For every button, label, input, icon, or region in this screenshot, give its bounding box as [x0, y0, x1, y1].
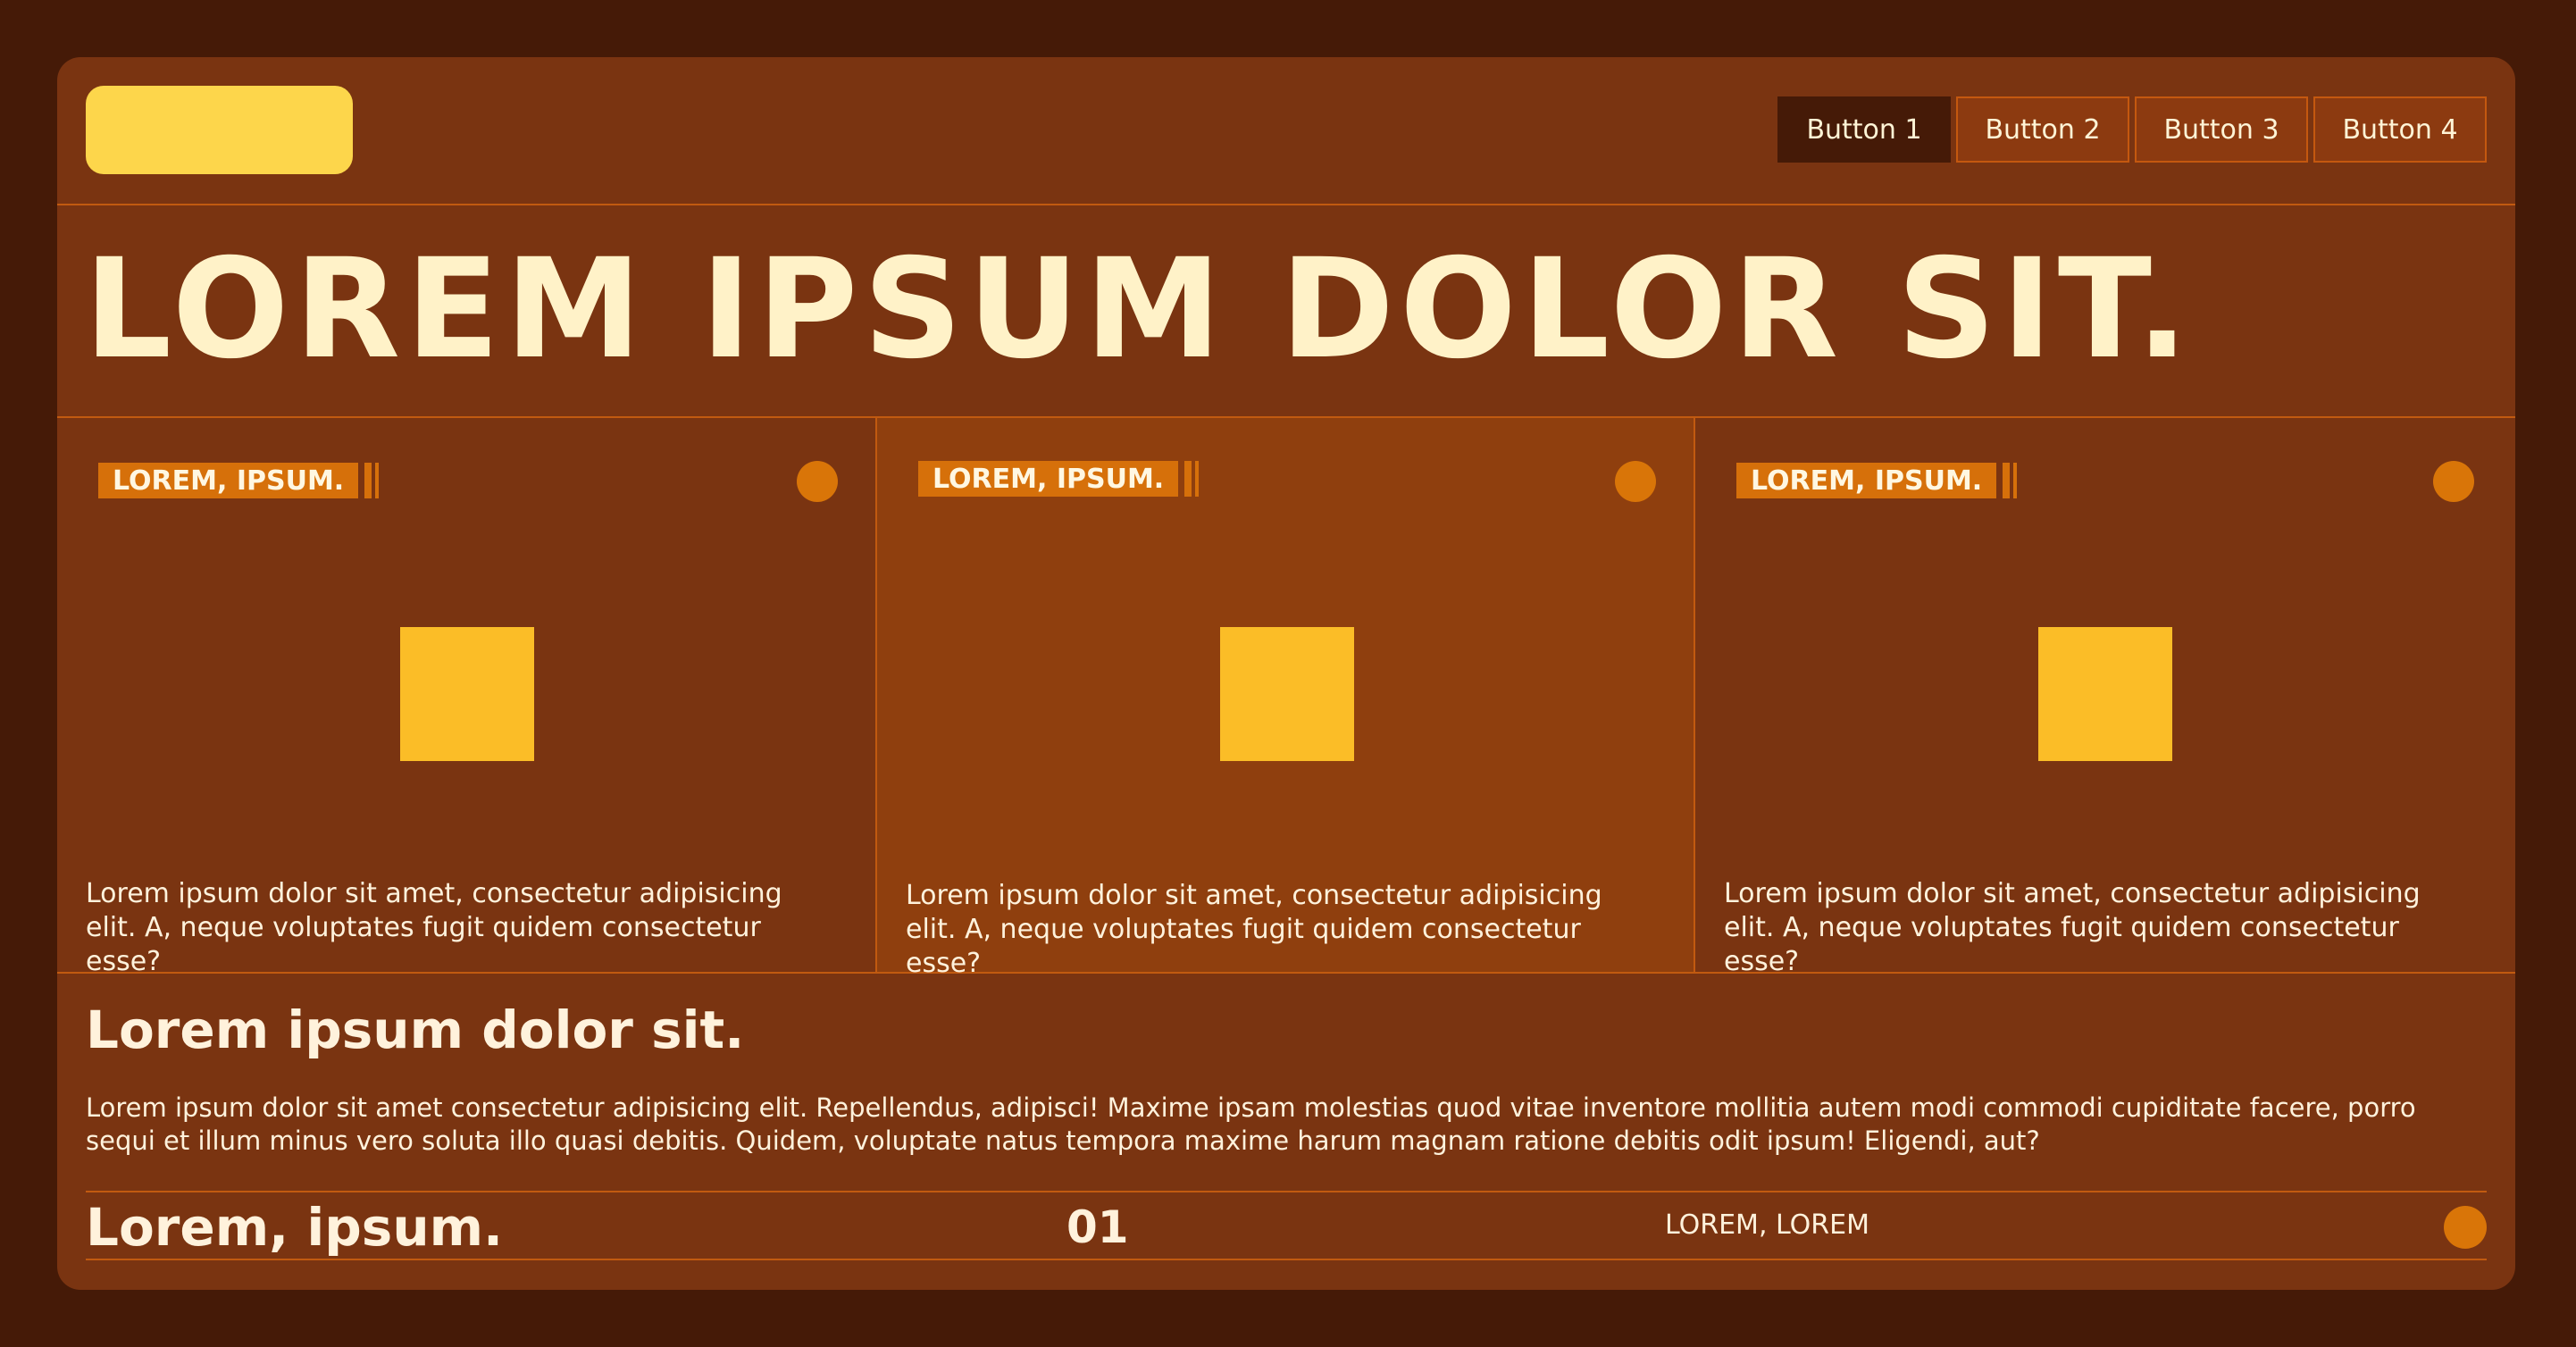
status-dot	[797, 461, 838, 502]
button-3[interactable]: Button 3	[2135, 96, 2308, 163]
card-text: Lorem ipsum dolor sit amet, consectetur …	[906, 880, 1602, 979]
footer-row: Lorem, ipsum. 01 LOREM, LOREM	[86, 1191, 2487, 1260]
card-text: Lorem ipsum dolor sit amet, consectetur …	[1724, 878, 2421, 977]
card-1[interactable]: LOREM, IPSUM. Lorem ipsum dolor sit amet…	[57, 418, 875, 977]
hero-title: LOREM IPSUM DOLOR SIT.	[84, 230, 2195, 389]
hero: LOREM IPSUM DOLOR SIT.	[57, 205, 2515, 418]
logo[interactable]	[86, 86, 353, 174]
main-panel: Button 1 Button 2 Button 3 Button 4 LORE…	[57, 57, 2515, 1290]
top-bar: Button 1 Button 2 Button 3 Button 4	[57, 57, 2515, 205]
card-tag: LOREM, IPSUM.	[98, 463, 359, 498]
nav-buttons: Button 1 Button 2 Button 3 Button 4	[1777, 96, 2487, 163]
button-4[interactable]: Button 4	[2313, 96, 2487, 163]
status-dot	[2433, 461, 2474, 502]
footer-title: Lorem, ipsum.	[86, 1197, 504, 1258]
section-paragraph: Lorem ipsum dolor sit amet consectetur a…	[86, 1092, 2416, 1156]
card-image-placeholder	[1220, 627, 1354, 761]
button-1[interactable]: Button 1	[1777, 96, 1951, 163]
card-tag: LOREM, IPSUM.	[918, 461, 1179, 497]
content-section: Lorem ipsum dolor sit. Lorem ipsum dolor…	[57, 974, 2515, 1290]
tag-stripe	[375, 463, 379, 498]
button-2[interactable]: Button 2	[1956, 96, 2129, 163]
tag-stripe	[364, 463, 372, 498]
card-text: Lorem ipsum dolor sit amet, consectetur …	[86, 878, 782, 977]
footer-label: LOREM, LOREM	[1665, 1209, 1869, 1241]
card-image-placeholder	[2038, 627, 2172, 761]
tag-stripe	[1184, 461, 1192, 497]
footer-dot[interactable]	[2444, 1206, 2487, 1249]
card-row: LOREM, IPSUM. Lorem ipsum dolor sit amet…	[57, 418, 2515, 979]
card-tag: LOREM, IPSUM.	[1736, 463, 1997, 498]
card-2[interactable]: LOREM, IPSUM. Lorem ipsum dolor sit amet…	[875, 418, 1694, 979]
card-3[interactable]: LOREM, IPSUM. Lorem ipsum dolor sit amet…	[1694, 418, 2512, 977]
tag-stripe	[1195, 461, 1199, 497]
status-dot	[1615, 461, 1656, 502]
card-image-placeholder	[400, 627, 534, 761]
tag-stripe	[2003, 463, 2010, 498]
tag-stripe	[2013, 463, 2017, 498]
section-heading: Lorem ipsum dolor sit.	[86, 1000, 745, 1060]
footer-number: 01	[1066, 1201, 1129, 1253]
